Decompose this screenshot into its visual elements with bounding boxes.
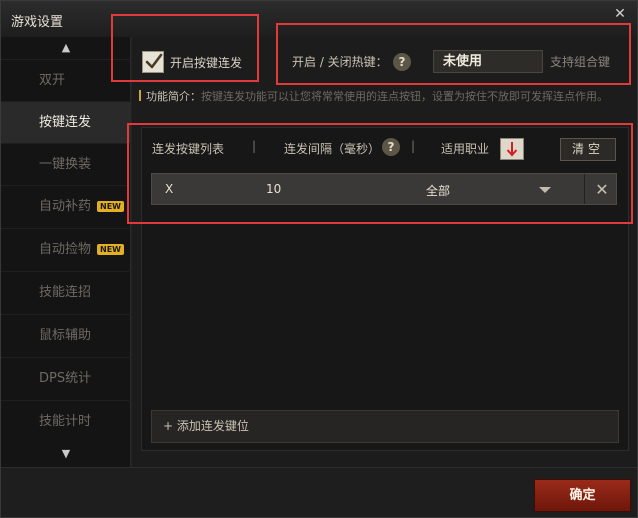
sidebar-item-label: 双开 — [39, 73, 66, 88]
enable-checkbox[interactable] — [142, 51, 164, 73]
sidebar-item-key-repeat[interactable]: 按键连发 — [1, 101, 131, 143]
row-divider — [584, 174, 585, 204]
delete-row-icon[interactable]: ✕ — [592, 180, 612, 200]
new-badge: NEW — [97, 201, 124, 212]
chevron-down-icon[interactable] — [539, 187, 551, 193]
sidebar-item-label: 自动补药 — [39, 199, 92, 214]
checkmark-icon — [145, 53, 163, 69]
add-key-button[interactable]: + 添加连发键位 — [151, 410, 619, 443]
combo-key-hint: 支持组合键 — [550, 55, 611, 69]
sidebar-item-label: 鼠标辅助 — [39, 328, 92, 343]
header-separator: | — [252, 139, 257, 153]
sidebar-item-skill-timer[interactable]: 技能计时 — [1, 400, 131, 443]
list-header: 连发按键列表 | 连发间隔（毫秒） ? | 适用职业 清空 — [142, 128, 628, 164]
arrow-down-icon — [506, 142, 518, 157]
sidebar-item-skill-combo[interactable]: 技能连招 — [1, 271, 131, 313]
sidebar-item-auto-pickup[interactable]: 自动捡物 NEW — [1, 228, 131, 270]
intro-text: 按键连发功能可以让您将常常使用的连点按钮，设置为按住不放即可发挥连点作用。 — [201, 90, 608, 103]
row-class[interactable]: 全部 — [426, 182, 450, 199]
intro-marker — [139, 90, 141, 101]
footer: 确定 — [1, 467, 637, 517]
col-class-header: 适用职业 — [441, 142, 490, 156]
sidebar-item-auto-potion[interactable]: 自动补药 NEW — [1, 185, 131, 227]
sidebar-item-quick-equip[interactable]: 一键换装 — [1, 143, 131, 185]
feature-intro: 功能简介：按键连发功能可以让您将常常使用的连点按钮，设置为按住不放即可发挥连点作… — [139, 89, 634, 104]
sidebar-item-label: 一键换装 — [39, 157, 92, 172]
clear-button[interactable]: 清空 — [560, 138, 616, 161]
col-interval-header: 连发间隔（毫秒） — [284, 142, 381, 156]
sidebar-item-dual-open[interactable]: 双开 — [1, 59, 131, 101]
hotkey-input[interactable]: 未使用 — [433, 50, 543, 73]
sidebar-item-dps-stats[interactable]: DPS统计 — [1, 357, 131, 399]
key-repeat-panel: 开启按键连发 开启 / 关闭热键： ? 未使用 支持组合键 功能简介：按键连发功… — [132, 37, 637, 467]
enable-label: 开启按键连发 — [170, 55, 243, 70]
hotkey-help-icon[interactable]: ? — [393, 53, 411, 71]
game-settings-window: 游戏设置 ✕ ▲ 双开 按键连发 一键换装 自动补药 NEW 自动捡物 NEW 技能… — [0, 0, 638, 518]
confirm-button[interactable]: 确定 — [534, 479, 631, 512]
sidebar: ▲ 双开 按键连发 一键换装 自动补药 NEW 自动捡物 NEW 技能连招 鼠标辅助… — [1, 37, 131, 467]
sidebar-item-label: 自动捡物 — [39, 242, 92, 257]
sidebar-item-mouse-assist[interactable]: 鼠标辅助 — [1, 314, 131, 356]
new-badge: NEW — [97, 244, 124, 255]
scroll-down-icon[interactable]: ▼ — [1, 443, 131, 465]
enable-key-repeat-toggle[interactable]: 开启按键连发 — [142, 50, 242, 74]
sidebar-item-label: 技能连招 — [39, 285, 92, 300]
title-bar: 游戏设置 ✕ — [1, 1, 637, 37]
scroll-up-icon[interactable]: ▲ — [1, 37, 131, 59]
col-key-header: 连发按键列表 — [152, 142, 225, 156]
sidebar-item-label: DPS统计 — [39, 371, 92, 386]
sidebar-item-label: 技能计时 — [39, 414, 92, 429]
row-interval[interactable]: 10 — [266, 182, 281, 196]
intro-title: 功能简介： — [146, 90, 201, 103]
window-title: 游戏设置 — [11, 15, 64, 30]
table-row: X 10 全部 ✕ — [151, 173, 617, 205]
repeat-key-list-panel: 连发按键列表 | 连发间隔（毫秒） ? | 适用职业 清空 X 10 全部 ✕ … — [141, 127, 629, 451]
hotkey-label: 开启 / 关闭热键： — [292, 55, 388, 69]
header-separator: | — [411, 139, 416, 153]
interval-help-icon[interactable]: ? — [382, 138, 400, 156]
sidebar-item-label: 按键连发 — [39, 115, 92, 130]
row-key[interactable]: X — [165, 182, 173, 196]
sort-down-button[interactable] — [500, 138, 524, 160]
close-icon[interactable]: ✕ — [611, 5, 629, 23]
